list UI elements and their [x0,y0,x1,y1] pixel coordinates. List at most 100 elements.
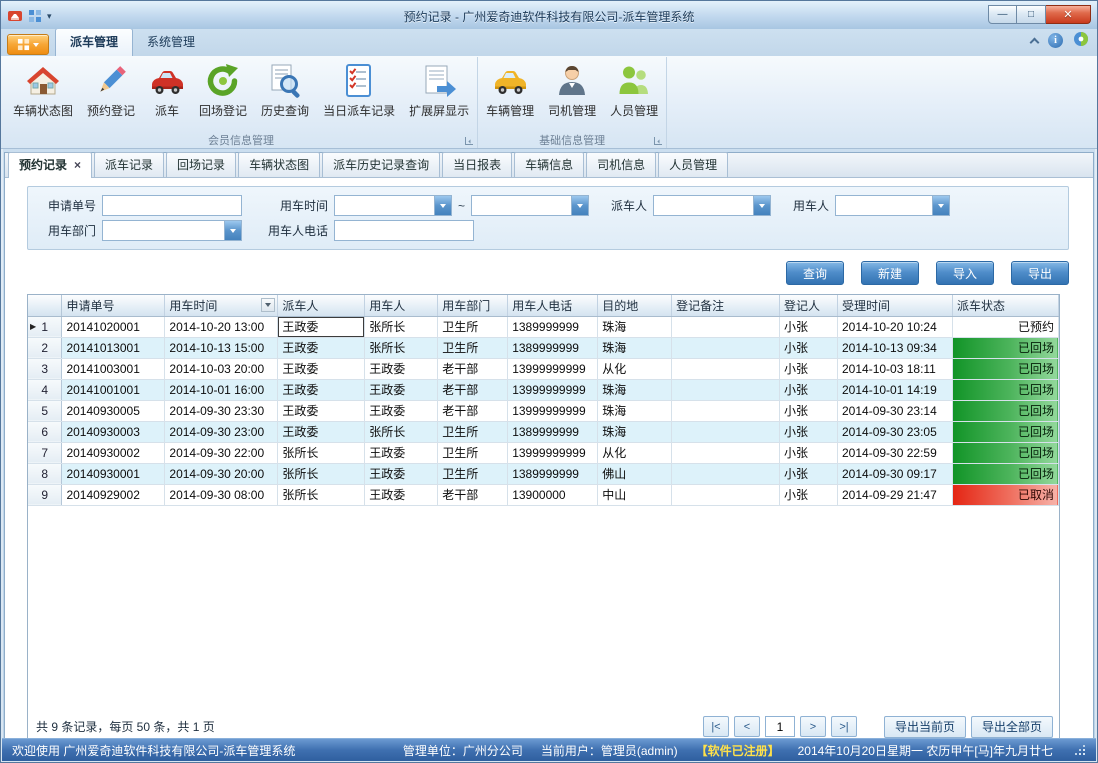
column-header-7[interactable]: 登记备注 [672,295,780,316]
ribbon-button-history-search[interactable]: 历史查询 [254,59,316,123]
grid-cell[interactable]: 张所长 [278,484,365,505]
grid-cell[interactable]: 1389999999 [508,463,598,484]
grid-cell[interactable]: 20141003001 [62,358,165,379]
row-header[interactable]: 9 [28,484,62,505]
dialog-launcher-icon[interactable] [654,137,662,145]
page-number-input[interactable] [765,716,795,737]
grid-cell[interactable] [672,316,780,337]
titlebar[interactable]: ▾ 预约记录 - 广州爱奇迪软件科技有限公司-派车管理系统 — □ ✕ [1,1,1097,29]
status-cell[interactable]: 已回场 [952,421,1058,442]
grid-cell[interactable]: 20140929002 [62,484,165,505]
grid-cell[interactable]: 2014-09-30 23:05 [838,421,953,442]
column-filter-icon[interactable] [261,298,275,312]
ribbon-tab-system[interactable]: 系统管理 [133,28,209,56]
resize-grip[interactable] [1075,745,1086,756]
app-logo-icon[interactable] [7,8,23,24]
column-header-4[interactable]: 用车部门 [438,295,508,316]
grid-cell[interactable]: 珠海 [598,316,672,337]
grid-cell[interactable]: 2014-10-20 10:24 [838,316,953,337]
dropdown-arrow-icon[interactable] [434,196,451,215]
apply-no-input[interactable] [102,195,242,216]
doc-tab-8[interactable]: 人员管理 [658,152,728,177]
grid-cell[interactable]: 张所长 [365,421,438,442]
dispatcher-combo[interactable] [653,195,771,216]
minimize-button[interactable]: — [988,5,1017,24]
ribbon-button-staff-manage[interactable]: 人员管理 [603,59,665,123]
grid-cell[interactable]: 2014-09-30 09:17 [838,463,953,484]
status-cell[interactable]: 已回场 [952,358,1058,379]
grid-cell[interactable]: 2014-10-03 18:11 [838,358,953,379]
ribbon-button-driver-manage[interactable]: 司机管理 [541,59,603,123]
grid-cell[interactable]: 小张 [780,400,838,421]
grid-cell[interactable]: 1389999999 [508,421,598,442]
grid-cell[interactable]: 珠海 [598,379,672,400]
grid-cell[interactable]: 13999999999 [508,358,598,379]
status-cell[interactable]: 已预约 [952,316,1058,337]
ribbon-button-booking[interactable]: 预约登记 [80,59,142,123]
column-header-10[interactable]: 派车状态 [952,295,1058,316]
column-header-0[interactable]: 申请单号 [62,295,165,316]
grid-cell[interactable]: 20140930001 [62,463,165,484]
last-page-button[interactable]: >| [831,716,857,737]
grid-cell[interactable]: 20140930002 [62,442,165,463]
grid-cell[interactable]: 20141013001 [62,337,165,358]
grid-cell[interactable]: 老干部 [438,484,508,505]
column-header-8[interactable]: 登记人 [780,295,838,316]
registered-link[interactable]: 【软件已注册】 [696,742,780,759]
grid-cell[interactable]: 2014-09-30 22:59 [838,442,953,463]
close-tab-icon[interactable]: × [74,160,81,170]
grid-cell[interactable]: 小张 [780,316,838,337]
row-header[interactable]: ▶1 [28,316,62,337]
app-menu-button[interactable] [7,34,49,55]
grid-cell[interactable]: 老干部 [438,400,508,421]
status-cell[interactable]: 已回场 [952,379,1058,400]
row-header[interactable]: 3 [28,358,62,379]
grid-cell[interactable]: 张所长 [365,316,438,337]
row-header[interactable]: 6 [28,421,62,442]
grid-cell[interactable]: 2014-09-30 20:00 [165,463,278,484]
grid-cell[interactable]: 2014-09-29 21:47 [838,484,953,505]
grid-cell[interactable]: 老干部 [438,379,508,400]
row-header[interactable]: 7 [28,442,62,463]
column-header-2[interactable]: 派车人 [278,295,365,316]
grid-cell[interactable]: 13999999999 [508,379,598,400]
grid-cell[interactable]: 20140930005 [62,400,165,421]
grid-cell[interactable]: 珠海 [598,400,672,421]
collapse-ribbon-icon[interactable] [1030,37,1040,47]
grid-cell[interactable]: 从化 [598,358,672,379]
grid-cell[interactable]: 13999999999 [508,442,598,463]
ribbon-button-dispatch-car[interactable]: 派车 [142,59,192,123]
row-header[interactable]: 5 [28,400,62,421]
grid-cell[interactable] [672,463,780,484]
grid-cell[interactable]: 从化 [598,442,672,463]
layout-icon[interactable] [27,8,43,24]
grid-cell[interactable]: 中山 [598,484,672,505]
doc-tab-6[interactable]: 车辆信息 [514,152,584,177]
grid-cell[interactable] [672,442,780,463]
status-cell[interactable]: 已取消 [952,484,1058,505]
grid-cell[interactable] [672,484,780,505]
grid-cell[interactable]: 2014-10-03 20:00 [165,358,278,379]
grid-cell[interactable]: 1389999999 [508,316,598,337]
grid-cell[interactable] [672,337,780,358]
use-time-from-combo[interactable] [334,195,452,216]
doc-tab-5[interactable]: 当日报表 [442,152,512,177]
import-button[interactable]: 导入 [936,261,994,285]
dropdown-arrow-icon[interactable] [932,196,949,215]
row-header[interactable]: 8 [28,463,62,484]
grid-cell[interactable]: 小张 [780,358,838,379]
grid-cell[interactable]: 王政委 [278,379,365,400]
grid-cell[interactable]: 小张 [780,421,838,442]
grid-cell[interactable]: 张所长 [278,463,365,484]
grid-cell[interactable]: 卫生所 [438,316,508,337]
grid-cell[interactable]: 王政委 [278,421,365,442]
doc-tab-3[interactable]: 车辆状态图 [238,152,320,177]
grid-cell[interactable]: 王政委 [278,316,365,337]
user-combo[interactable] [835,195,950,216]
grid-cell[interactable] [672,421,780,442]
grid-cell[interactable]: 小张 [780,442,838,463]
grid-cell[interactable]: 2014-09-30 23:14 [838,400,953,421]
grid-cell[interactable]: 小张 [780,484,838,505]
grid-cell[interactable]: 卫生所 [438,421,508,442]
grid-cell[interactable]: 2014-10-01 14:19 [838,379,953,400]
